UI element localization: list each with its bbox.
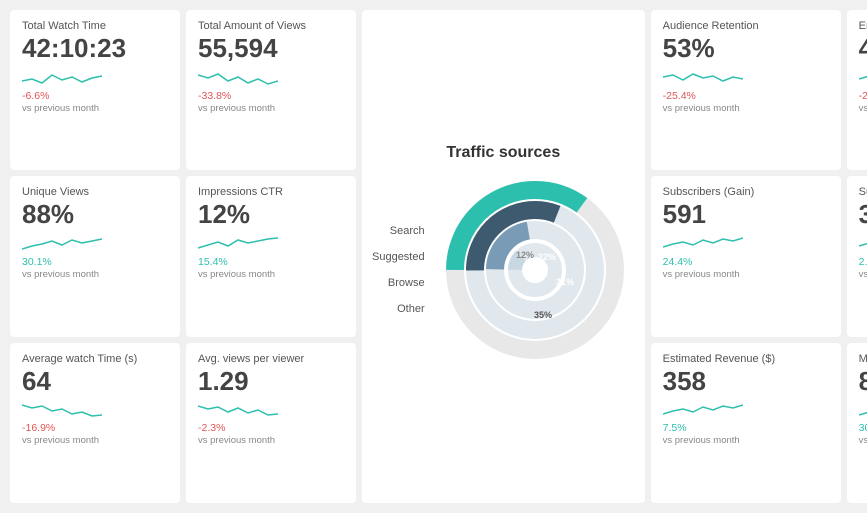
card-vs: vs previous month xyxy=(663,269,829,280)
sparkline-icon xyxy=(198,399,278,421)
card-title: Subscribers (Gain) xyxy=(663,186,829,198)
card-unique-views: Unique Views 88% 30.1% vs previous month xyxy=(10,176,180,336)
card-value: 1.29 xyxy=(198,367,344,396)
sparkline-icon xyxy=(663,233,743,255)
svg-text:22%: 22% xyxy=(538,252,556,262)
card-title: Total Amount of Views xyxy=(198,20,344,32)
card-title: Avg. views per viewer xyxy=(198,353,344,365)
card-vs: vs previous month xyxy=(198,103,344,114)
card-monetized-playbacks: Monetized playbacks (%) 88% 30.1% vs pre… xyxy=(847,343,867,503)
card-title: Audience Retention xyxy=(663,20,829,32)
sparkline-icon xyxy=(22,67,102,89)
card-change: 7.5% xyxy=(663,422,829,434)
card-value: 12% xyxy=(198,200,344,229)
card-subscribers-gain: Subscribers (Gain) 591 24.4% vs previous… xyxy=(651,176,841,336)
traffic-sources-card: Traffic sources Search Suggested Browse … xyxy=(362,10,645,503)
traffic-label-browse: Browse xyxy=(388,277,425,289)
card-change: -25.4% xyxy=(663,90,829,102)
svg-text:31%: 31% xyxy=(556,277,574,287)
card-total-views: Total Amount of Views 55,594 -33.8% vs p… xyxy=(186,10,356,170)
card-vs: vs previous month xyxy=(663,435,829,446)
donut-svg: 35% 31% 22% 12% xyxy=(435,170,635,370)
traffic-labels: Search Suggested Browse Other xyxy=(372,225,425,315)
traffic-label-suggested: Suggested xyxy=(372,251,425,263)
svg-text:12%: 12% xyxy=(516,250,534,260)
card-vs: vs previous month xyxy=(859,103,867,114)
card-subscribers-lost: Subscribers (Lost) 36 2.9% vs previous m… xyxy=(847,176,867,336)
sparkline-icon xyxy=(663,399,743,421)
card-value: 88% xyxy=(859,367,867,396)
card-value: 591 xyxy=(663,200,829,229)
card-title: Subscribers (Lost) xyxy=(859,186,867,198)
card-vs: vs previous month xyxy=(859,269,867,280)
card-value: 358 xyxy=(663,367,829,396)
card-title: Monetized playbacks (%) xyxy=(859,353,867,365)
card-title: Average watch Time (s) xyxy=(22,353,168,365)
card-change: -2.3% xyxy=(198,422,344,434)
card-vs: vs previous month xyxy=(22,103,168,114)
card-avg-watch-time: Average watch Time (s) 64 -16.9% vs prev… xyxy=(10,343,180,503)
card-change: -6.6% xyxy=(22,90,168,102)
card-title: Impressions CTR xyxy=(198,186,344,198)
card-vs: vs previous month xyxy=(198,435,344,446)
sparkline-icon xyxy=(859,399,867,421)
card-change: 15.4% xyxy=(198,256,344,268)
card-engagement: Engagement 42,419 -27.1% vs previous mon… xyxy=(847,10,867,170)
traffic-label-other: Other xyxy=(397,303,425,315)
card-vs: vs previous month xyxy=(859,435,867,446)
card-total-watch-time: Total Watch Time 42:10:23 -6.6% vs previ… xyxy=(10,10,180,170)
traffic-label-search: Search xyxy=(390,225,425,237)
card-change: 30.1% xyxy=(859,422,867,434)
sparkline-icon xyxy=(859,233,867,255)
svg-text:35%: 35% xyxy=(534,310,552,320)
traffic-content: Search Suggested Browse Other xyxy=(372,170,635,370)
card-value: 53% xyxy=(663,34,829,63)
card-vs: vs previous month xyxy=(663,103,829,114)
card-title: Estimated Revenue ($) xyxy=(663,353,829,365)
card-value: 88% xyxy=(22,200,168,229)
sparkline-icon xyxy=(22,399,102,421)
dashboard: Total Watch Time 42:10:23 -6.6% vs previ… xyxy=(0,0,867,513)
card-change: -16.9% xyxy=(22,422,168,434)
card-avg-views-per-viewer: Avg. views per viewer 1.29 -2.3% vs prev… xyxy=(186,343,356,503)
card-vs: vs previous month xyxy=(22,269,168,280)
card-value: 55,594 xyxy=(198,34,344,63)
traffic-title: Traffic sources xyxy=(446,144,560,162)
card-change: 30.1% xyxy=(22,256,168,268)
card-change: -27.1% xyxy=(859,90,867,102)
card-change: 2.9% xyxy=(859,256,867,268)
card-change: -33.8% xyxy=(198,90,344,102)
card-value: 42,419 xyxy=(859,34,867,63)
card-estimated-revenue: Estimated Revenue ($) 358 7.5% vs previo… xyxy=(651,343,841,503)
card-value: 42:10:23 xyxy=(22,34,168,63)
sparkline-icon xyxy=(663,67,743,89)
card-value: 36 xyxy=(859,200,867,229)
card-value: 64 xyxy=(22,367,168,396)
card-title: Unique Views xyxy=(22,186,168,198)
sparkline-icon xyxy=(198,67,278,89)
donut-chart: 35% 31% 22% 12% xyxy=(435,170,635,370)
card-vs: vs previous month xyxy=(22,435,168,446)
sparkline-icon xyxy=(198,233,278,255)
card-vs: vs previous month xyxy=(198,269,344,280)
sparkline-icon xyxy=(859,67,867,89)
card-change: 24.4% xyxy=(663,256,829,268)
card-audience-retention: Audience Retention 53% -25.4% vs previou… xyxy=(651,10,841,170)
card-title: Engagement xyxy=(859,20,867,32)
card-impressions-ctr: Impressions CTR 12% 15.4% vs previous mo… xyxy=(186,176,356,336)
card-title: Total Watch Time xyxy=(22,20,168,32)
sparkline-icon xyxy=(22,233,102,255)
